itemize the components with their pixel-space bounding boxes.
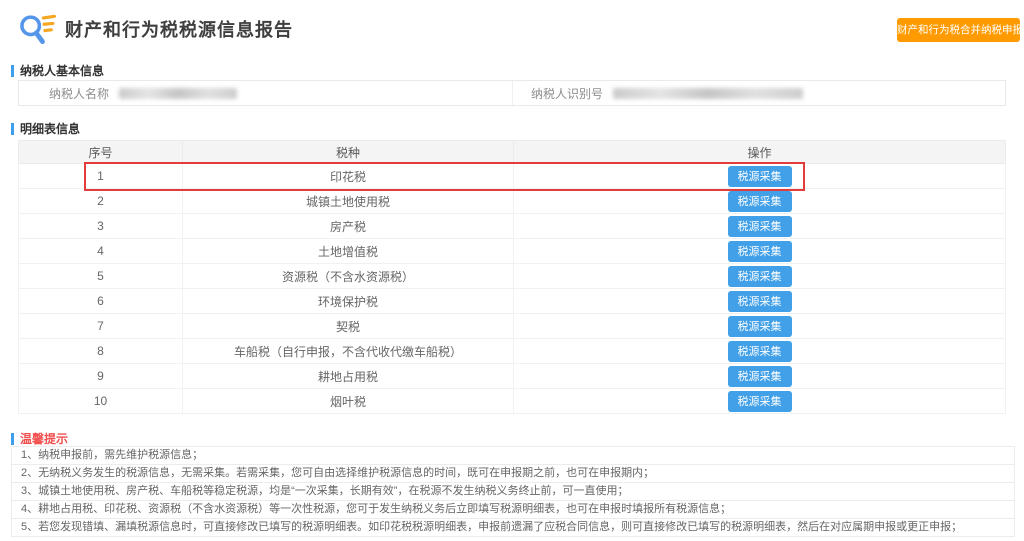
row-action-cell: 税源采集 <box>514 339 1006 364</box>
row-tax-type: 车船税（自行申报，不含代收代缴车船税） <box>183 339 514 364</box>
table-row: 7契税 税源采集 <box>19 314 1006 339</box>
combined-declaration-button[interactable]: 财产和行为税合并纳税申报 <box>897 18 1020 42</box>
tip-item: 4、耕地占用税、印花税、资源税（不含水资源税）等一次性税源，您可于发生纳税义务后… <box>11 500 1015 519</box>
section-title-basic-info: 纳税人基本信息 <box>11 62 104 79</box>
table-row: 5资源税（不含水资源税） 税源采集 <box>19 264 1006 289</box>
row-index: 2 <box>19 189 183 214</box>
table-row: 4土地增值税 税源采集 <box>19 239 1006 264</box>
section-bar-icon <box>11 123 14 135</box>
row-action-cell: 税源采集 <box>514 389 1006 414</box>
section-bar-icon <box>11 65 14 77</box>
tips-list: 1、纳税申报前，需先维护税源信息；2、无纳税义务发生的税源信息，无需采集。若需采… <box>11 447 1015 537</box>
row-tax-type: 烟叶税 <box>183 389 514 414</box>
row-index: 4 <box>19 239 183 264</box>
col-header-index: 序号 <box>19 141 183 164</box>
section-title-tips: 温馨提示 <box>11 430 68 447</box>
row-tax-type: 耕地占用税 <box>183 364 514 389</box>
magnifier-with-list-icon <box>18 12 56 46</box>
row-index: 10 <box>19 389 183 414</box>
row-index: 8 <box>19 339 183 364</box>
row-action-cell: 税源采集 <box>514 314 1006 339</box>
collect-tax-source-button[interactable]: 税源采集 <box>728 191 792 212</box>
taxpayer-id-cell: 纳税人识别号 <box>512 81 1005 105</box>
table-row: 3房产税 税源采集 <box>19 214 1006 239</box>
collect-tax-source-button[interactable]: 税源采集 <box>728 291 792 312</box>
collect-tax-source-button[interactable]: 税源采集 <box>728 216 792 237</box>
table-row: 9耕地占用税 税源采集 <box>19 364 1006 389</box>
row-action-cell: 税源采集 <box>514 214 1006 239</box>
collect-tax-source-button[interactable]: 税源采集 <box>728 166 792 187</box>
collect-tax-source-button[interactable]: 税源采集 <box>728 266 792 287</box>
row-index: 1 <box>19 164 183 189</box>
table-row: 10烟叶税 税源采集 <box>19 389 1006 414</box>
taxpayer-name-redacted-value <box>119 88 237 99</box>
taxpayer-id-label: 纳税人识别号 <box>513 85 613 102</box>
taxpayer-name-cell: 纳税人名称 <box>19 81 512 105</box>
taxpayer-info-row: 纳税人名称 纳税人识别号 <box>18 80 1006 106</box>
row-index: 3 <box>19 214 183 239</box>
taxpayer-id-redacted-value <box>613 88 803 99</box>
row-action-cell: 税源采集 <box>514 289 1006 314</box>
tip-item: 1、纳税申报前，需先维护税源信息； <box>11 446 1015 465</box>
row-action-cell: 税源采集 <box>514 164 1006 189</box>
section-title-detail: 明细表信息 <box>11 120 80 137</box>
header: 财产和行为税税源信息报告 <box>18 12 293 46</box>
row-tax-type: 土地增值税 <box>183 239 514 264</box>
row-index: 5 <box>19 264 183 289</box>
row-action-cell: 税源采集 <box>514 364 1006 389</box>
table-row: 2城镇土地使用税 税源采集 <box>19 189 1006 214</box>
row-index: 9 <box>19 364 183 389</box>
collect-tax-source-button[interactable]: 税源采集 <box>728 341 792 362</box>
row-tax-type: 房产税 <box>183 214 514 239</box>
tip-item: 3、城镇土地使用税、房产税、车船税等稳定税源，均是“一次采集，长期有效”，在税源… <box>11 482 1015 501</box>
row-action-cell: 税源采集 <box>514 189 1006 214</box>
col-header-action: 操作 <box>514 141 1006 164</box>
page: 财产和行为税税源信息报告 财产和行为税合并纳税申报 纳税人基本信息 纳税人名称 … <box>0 0 1024 541</box>
tip-item: 5、若您发现错填、漏填税源信息时，可直接修改已填写的税源明细表。如印花税税源明细… <box>11 518 1015 537</box>
section-title-text: 纳税人基本信息 <box>20 62 104 79</box>
collect-tax-source-button[interactable]: 税源采集 <box>728 366 792 387</box>
section-title-text: 温馨提示 <box>20 430 68 447</box>
tax-table: 序号 税种 操作 1印花税税源采集2城镇土地使用税税源采集3房产税税源采集4土地… <box>18 140 1006 414</box>
collect-tax-source-button[interactable]: 税源采集 <box>728 316 792 337</box>
row-tax-type: 资源税（不含水资源税） <box>183 264 514 289</box>
row-tax-type: 印花税 <box>183 164 514 189</box>
page-title: 财产和行为税税源信息报告 <box>65 16 293 42</box>
table-row: 6环境保护税 税源采集 <box>19 289 1006 314</box>
row-tax-type: 城镇土地使用税 <box>183 189 514 214</box>
row-action-cell: 税源采集 <box>514 239 1006 264</box>
tax-table-body: 1印花税税源采集2城镇土地使用税税源采集3房产税税源采集4土地增值税税源采集5资… <box>19 164 1006 414</box>
row-action-cell: 税源采集 <box>514 264 1006 289</box>
row-tax-type: 契税 <box>183 314 514 339</box>
collect-tax-source-button[interactable]: 税源采集 <box>728 241 792 262</box>
row-tax-type: 环境保护税 <box>183 289 514 314</box>
table-header-row: 序号 税种 操作 <box>19 141 1006 164</box>
section-title-text: 明细表信息 <box>20 120 80 137</box>
row-index: 7 <box>19 314 183 339</box>
col-header-tax-type: 税种 <box>183 141 514 164</box>
section-bar-icon <box>11 433 14 445</box>
tip-item: 2、无纳税义务发生的税源信息，无需采集。若需采集，您可自由选择维护税源信息的时间… <box>11 464 1015 483</box>
table-row: 1印花税 税源采集 <box>19 164 1006 189</box>
collect-tax-source-button[interactable]: 税源采集 <box>728 391 792 412</box>
table-row: 8车船税（自行申报，不含代收代缴车船税） 税源采集 <box>19 339 1006 364</box>
taxpayer-name-label: 纳税人名称 <box>19 85 119 102</box>
row-index: 6 <box>19 289 183 314</box>
